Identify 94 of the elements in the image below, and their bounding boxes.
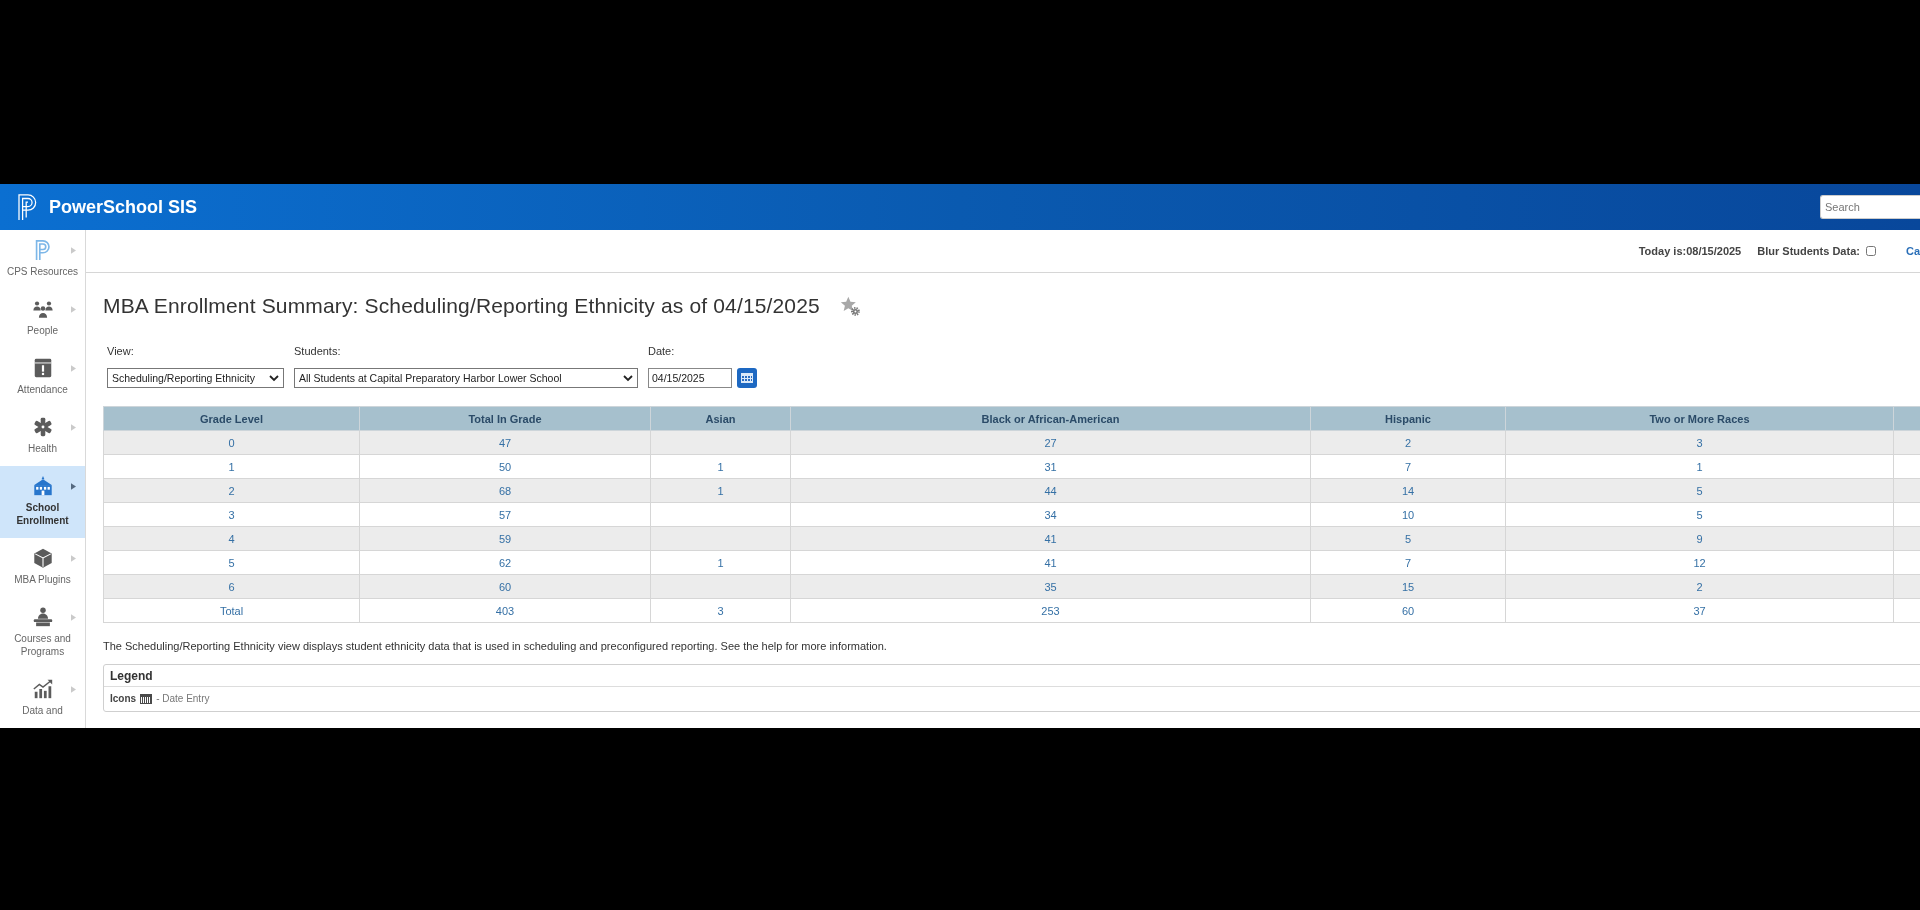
- filter-label: View:: [107, 345, 135, 358]
- column-header: Two or More Races: [1505, 406, 1894, 431]
- chevron-icon: [71, 613, 76, 621]
- table-cell: 2: [1505, 574, 1894, 599]
- app-name: PowerSchool SIS: [49, 196, 198, 218]
- filter-label: Students:: [294, 345, 342, 358]
- sidebar-item[interactable]: Data and: [0, 669, 85, 728]
- star-gear-icon[interactable]: [839, 296, 860, 316]
- sidebar-item[interactable]: Health: [0, 407, 85, 466]
- blur-checkbox[interactable]: [1865, 246, 1876, 256]
- table-cell: 1: [103, 454, 360, 479]
- logo-icon: [17, 193, 39, 221]
- sidebar-item[interactable]: Attendance: [0, 348, 85, 407]
- chevron-icon: [71, 423, 76, 431]
- school-building-icon: [31, 475, 54, 497]
- column-header: Asian: [650, 406, 791, 431]
- table-cell: 3: [650, 598, 791, 623]
- legend-text: - Date Entry: [156, 693, 210, 704]
- table-cell: 34: [790, 502, 1311, 527]
- table-cell: 1: [650, 550, 791, 575]
- table-cell: 5: [1310, 526, 1506, 551]
- table-cell: 4: [103, 526, 360, 551]
- calendar-icon: [741, 373, 753, 383]
- table-cell: 1: [1505, 454, 1894, 479]
- table-cell: 6: [103, 574, 360, 599]
- table-cell: 27: [790, 430, 1311, 455]
- table-cell: 403: [359, 598, 651, 623]
- chevron-icon: [71, 246, 76, 254]
- chevron-icon: [71, 482, 76, 490]
- sidebar-item[interactable]: CPS Resources: [0, 230, 85, 289]
- column-header: Total In Grade: [359, 406, 651, 431]
- table-cell: 5: [103, 550, 360, 575]
- table-cell: 14: [1310, 478, 1506, 503]
- chevron-down-icon: [269, 374, 279, 382]
- table-cell: 59: [359, 526, 651, 551]
- table-cell: 12: [1505, 550, 1894, 575]
- table-cell: 253: [790, 598, 1311, 623]
- column-header: Hispanic: [1310, 406, 1506, 431]
- table-cell: 50: [359, 454, 651, 479]
- table-cell: 1: [650, 454, 791, 479]
- blur-label: Blur Students Data:: [1757, 245, 1860, 257]
- table-cell: 2: [103, 478, 360, 503]
- table-cell: 7: [1310, 454, 1506, 479]
- table-cell: 41: [790, 550, 1311, 575]
- table-cell: 2: [1310, 430, 1506, 455]
- top-link[interactable]: Ca: [1905, 245, 1920, 257]
- chevron-icon: [71, 554, 76, 562]
- table-cell: 7: [1310, 550, 1506, 575]
- chevron-icon: [71, 364, 76, 372]
- table-cell: 5: [1505, 478, 1894, 503]
- table-cell: 15: [1310, 574, 1506, 599]
- table-cell: 35: [790, 574, 1311, 599]
- table-cell: 1: [650, 478, 791, 503]
- table-cell: 44: [790, 478, 1311, 503]
- legend-title: Legend: [104, 665, 1920, 687]
- cube-icon: [31, 547, 54, 569]
- sidebar-item[interactable]: People: [0, 289, 85, 348]
- table-cell: 41: [790, 526, 1311, 551]
- column-header: Black or African-American: [790, 406, 1311, 431]
- chart-icon: [31, 678, 54, 700]
- table-cell: 68: [359, 478, 651, 503]
- presenter-icon: [31, 606, 54, 628]
- table-cell: 47: [359, 430, 651, 455]
- table-cell: 5: [1505, 502, 1894, 527]
- table-cell: 3: [103, 502, 360, 527]
- legend-label: Icons: [110, 693, 137, 704]
- table-cell: 62: [359, 550, 651, 575]
- calendar-button[interactable]: [737, 368, 757, 388]
- dropdown[interactable]: All Students at Capital Preparatory Harbor Lower School: [294, 368, 638, 388]
- table-cell: 10: [1310, 502, 1506, 527]
- table-cell: 37: [1505, 598, 1894, 623]
- table-cell: 57: [359, 502, 651, 527]
- table-cell: 60: [359, 574, 651, 599]
- sidebar-item[interactable]: School Enrollment: [0, 466, 85, 538]
- table-cell: 3: [1505, 430, 1894, 455]
- dropdown[interactable]: Scheduling/Reporting Ethnicity: [107, 368, 284, 388]
- column-header: Grade Level: [103, 406, 360, 431]
- today-date: Today is:08/15/2025: [1638, 245, 1742, 257]
- table-cell: 0: [103, 430, 360, 455]
- sidebar-item[interactable]: Courses and Programs: [0, 597, 85, 669]
- filter-label: Date:: [648, 345, 676, 358]
- date-field[interactable]: 04/15/2025: [648, 368, 732, 388]
- table-cell: 9: [1505, 526, 1894, 551]
- table-cell: Total: [103, 598, 360, 623]
- chevron-icon: [71, 685, 76, 693]
- chevron-down-icon: [623, 374, 633, 382]
- search-field[interactable]: Search: [1820, 195, 1920, 219]
- sidebar-item[interactable]: MBA Plugins: [0, 538, 85, 597]
- table-cell: 31: [790, 454, 1311, 479]
- table-cell: 60: [1310, 598, 1506, 623]
- page-title: MBA Enrollment Summary: Scheduling/Reporting Ethnicity as of 04/15/2025: [103, 294, 820, 318]
- description-text: The Scheduling/Reporting Ethnicity view displays student ethnicity data that is used in scheduling and preconfigured reporting. See the help for more information.: [103, 640, 888, 653]
- calendar-icon: [140, 693, 153, 704]
- chevron-icon: [71, 305, 76, 313]
